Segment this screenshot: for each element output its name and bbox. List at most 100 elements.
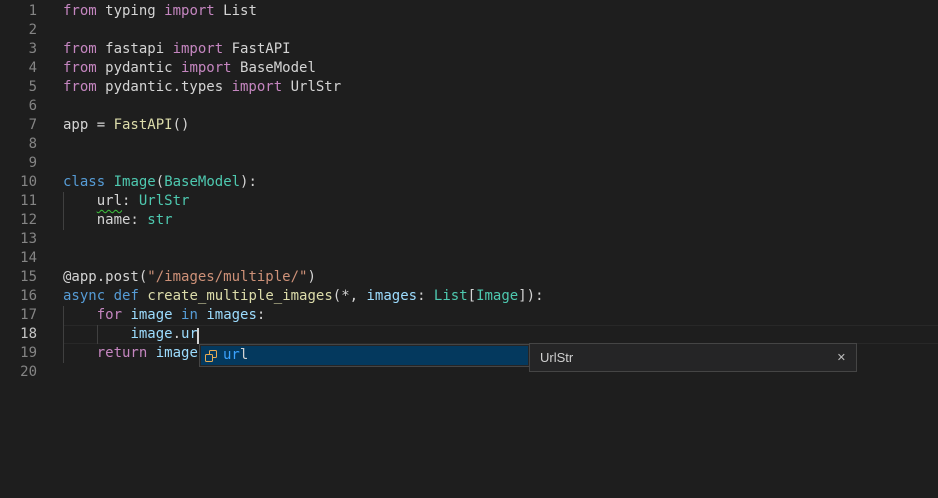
code-token: import — [173, 41, 224, 57]
code-token: () — [173, 117, 190, 133]
text-cursor — [197, 328, 199, 344]
code-token — [63, 345, 97, 361]
code-token: def — [114, 288, 139, 304]
code-token: UrlStr — [282, 79, 341, 95]
code-token: : — [417, 288, 434, 304]
code-token — [173, 307, 181, 323]
code-line[interactable]: @app.post("/images/multiple/") — [63, 268, 316, 287]
code-token: import — [232, 79, 283, 95]
code-token — [105, 174, 113, 190]
code-token: import — [164, 3, 215, 19]
code-line[interactable]: name: str — [63, 211, 173, 230]
code-token: pydantic.types — [97, 79, 232, 95]
code-token: import — [181, 60, 232, 76]
code-token: in — [181, 307, 198, 323]
suggest-label-rest: l — [240, 347, 248, 363]
code-token: List — [434, 288, 468, 304]
code-line[interactable]: for image in images: — [63, 306, 265, 325]
code-token: fastapi — [97, 41, 173, 57]
code-token — [63, 326, 130, 342]
line-number[interactable]: 16 — [0, 287, 37, 306]
code-token: : — [257, 307, 265, 323]
suggest-details-panel: UrlStr ✕ — [529, 343, 857, 372]
suggest-label: url — [223, 346, 248, 365]
code-token: BaseModel — [232, 60, 316, 76]
code-token: url — [97, 193, 122, 209]
line-number[interactable]: 3 — [0, 40, 37, 59]
field-icon — [203, 348, 219, 364]
line-number[interactable]: 6 — [0, 97, 37, 116]
code-token: image — [130, 326, 172, 342]
code-token: typing — [97, 3, 164, 19]
code-line[interactable]: class Image(BaseModel): — [63, 173, 257, 192]
suggest-widget: url — [199, 344, 530, 367]
code-token: from — [63, 41, 97, 57]
suggest-item-url[interactable]: url — [201, 346, 528, 365]
line-number[interactable]: 19 — [0, 344, 37, 363]
code-line[interactable]: image.ur — [63, 325, 199, 344]
line-number[interactable]: 14 — [0, 249, 37, 268]
code-token: @app.post( — [63, 269, 147, 285]
line-number[interactable]: 18 — [0, 325, 37, 344]
code-token: (*, — [333, 288, 367, 304]
code-token: ( — [156, 174, 164, 190]
line-number[interactable]: 1 — [0, 2, 37, 21]
line-number[interactable]: 11 — [0, 192, 37, 211]
code-line[interactable]: url: UrlStr — [63, 192, 189, 211]
code-token: for — [97, 307, 122, 323]
code-token: str — [147, 212, 172, 228]
line-number[interactable]: 4 — [0, 59, 37, 78]
code-line[interactable]: async def create_multiple_images(*, imag… — [63, 287, 544, 306]
code-line[interactable]: from typing import List — [63, 2, 257, 21]
editor[interactable]: 1 from typing import List 23 from fastapi i… — [0, 0, 938, 498]
line-number[interactable]: 7 — [0, 116, 37, 135]
code-token: "/images/multiple/" — [147, 269, 307, 285]
code-token — [63, 307, 97, 323]
code-token: ): — [240, 174, 257, 190]
code-token: ur — [181, 326, 198, 342]
code-token — [147, 345, 155, 361]
code-line[interactable]: from fastapi import FastAPI — [63, 40, 291, 59]
line-number[interactable]: 17 — [0, 306, 37, 325]
line-number[interactable]: 9 — [0, 154, 37, 173]
code-token: image — [156, 345, 198, 361]
line-number[interactable]: 5 — [0, 78, 37, 97]
code-token — [63, 193, 97, 209]
code-line[interactable]: return image — [63, 344, 198, 363]
code-line[interactable]: from pydantic import BaseModel — [63, 59, 316, 78]
code-token: FastAPI — [114, 117, 173, 133]
line-number[interactable]: 20 — [0, 363, 37, 382]
line-number[interactable]: 8 — [0, 135, 37, 154]
code-line[interactable]: app = FastAPI() — [63, 116, 189, 135]
code-token: Image — [476, 288, 518, 304]
code-token: pydantic — [97, 60, 181, 76]
line-number[interactable]: 10 — [0, 173, 37, 192]
code-token: : — [122, 193, 139, 209]
code-token: UrlStr — [139, 193, 190, 209]
code-token — [105, 288, 113, 304]
line-number[interactable]: 2 — [0, 21, 37, 40]
code-token: FastAPI — [223, 41, 290, 57]
code-token: create_multiple_images — [147, 288, 332, 304]
line-number[interactable]: 12 — [0, 211, 37, 230]
code-token: return — [97, 345, 148, 361]
code-token: [ — [468, 288, 476, 304]
code-token: Image — [114, 174, 156, 190]
code-token: . — [173, 326, 181, 342]
line-number[interactable]: 15 — [0, 268, 37, 287]
code-token: from — [63, 60, 97, 76]
code-token: app = — [63, 117, 114, 133]
code-token: image — [130, 307, 172, 323]
suggest-details-text: UrlStr — [540, 348, 573, 367]
code-token: BaseModel — [164, 174, 240, 190]
line-number[interactable]: 13 — [0, 230, 37, 249]
code-token: images — [366, 288, 417, 304]
code-token: ) — [307, 269, 315, 285]
code-token: async — [63, 288, 105, 304]
code-line[interactable]: from pydantic.types import UrlStr — [63, 78, 341, 97]
code-token: ]): — [518, 288, 543, 304]
code-token: name: — [63, 212, 147, 228]
close-icon[interactable]: ✕ — [837, 352, 846, 363]
suggest-label-match: ur — [223, 347, 240, 363]
code-token: images — [206, 307, 257, 323]
